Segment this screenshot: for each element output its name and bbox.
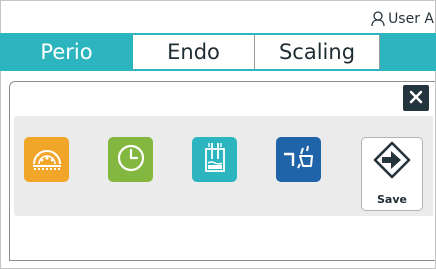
gauge-dial-icon	[30, 145, 64, 175]
close-button[interactable]	[403, 85, 429, 111]
irrigation-icon	[201, 141, 229, 179]
tab-endo[interactable]: Endo	[133, 35, 255, 69]
tab-bar: Perio Endo Scaling	[0, 33, 436, 71]
tab-scaling[interactable]: Scaling	[255, 35, 380, 69]
clock-icon	[116, 143, 146, 177]
handpiece-icon	[281, 144, 317, 176]
tool-tray: Save	[14, 116, 433, 216]
save-label: Save	[377, 193, 407, 206]
close-icon	[409, 89, 423, 108]
user-indicator[interactable]: User A	[371, 8, 434, 30]
tool-irrigation-button[interactable]	[192, 137, 237, 182]
user-name: User A	[388, 11, 434, 27]
tab-perio[interactable]: Perio	[0, 35, 133, 69]
save-arrow-icon	[373, 141, 411, 183]
save-button[interactable]: Save	[361, 137, 423, 211]
tool-clock-button[interactable]	[108, 137, 153, 182]
tool-handpiece-button[interactable]	[276, 137, 321, 182]
user-icon	[371, 11, 385, 27]
tool-gauge-dial-button[interactable]	[24, 137, 69, 182]
